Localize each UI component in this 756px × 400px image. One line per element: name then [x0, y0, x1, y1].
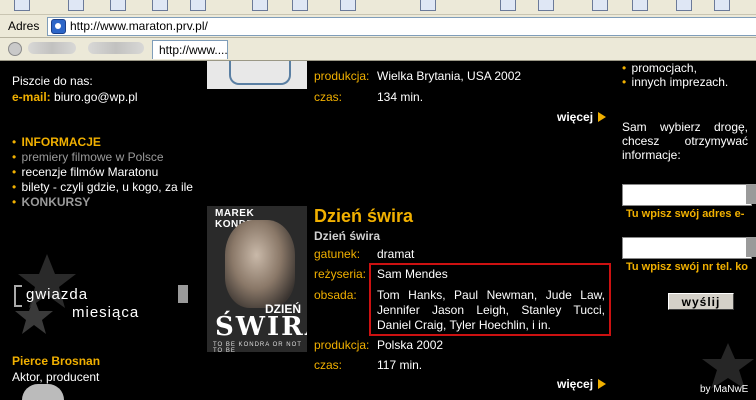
- film1-produkcja-label: produkcja:: [314, 69, 370, 83]
- arrow-right-icon[interactable]: [598, 112, 606, 122]
- menu-item-recenzje[interactable]: recenzje filmów Maratonu: [12, 165, 159, 179]
- right-promo-text: innych imprezach.: [631, 75, 729, 89]
- address-url: http://www.maraton.prv.pl/: [70, 19, 208, 33]
- search-icon[interactable]: [252, 0, 268, 11]
- menu-item-label: bilety - czyli gdzie, u kogo, za ile: [21, 180, 193, 194]
- star-photo[interactable]: [22, 384, 64, 400]
- star-of-month-banner[interactable]: gwiazda miesiąca: [12, 254, 192, 336]
- write-to-label: Piszcie do nas:: [12, 74, 93, 88]
- address-label: Adres: [8, 19, 40, 33]
- film2-produkcja-value: Polska 2002: [377, 338, 444, 352]
- phone-input-hint: Tu wpisz swój nr tel. ko: [626, 261, 749, 273]
- star-name[interactable]: Pierce Brosnan: [12, 354, 100, 368]
- input-side-block: [746, 184, 756, 204]
- email-link[interactable]: biuro.go@wp.pl: [54, 90, 138, 104]
- email-label: e-mail:: [12, 90, 51, 104]
- film2-title[interactable]: Dzień świra: [314, 206, 413, 227]
- toolbar-button-icon[interactable]: [190, 0, 206, 11]
- right-info-text: Sam wybierz drogę, chcesz otrzymywać inf…: [622, 120, 748, 162]
- film2-poster[interactable]: MAREK KONDRAT DZIEŃ ŚWIRA TO BE KONDRA O…: [207, 206, 307, 352]
- menu-item-konkursy[interactable]: KONKURSY: [12, 195, 91, 209]
- film1-more-link[interactable]: więcej: [557, 110, 593, 124]
- ie-page-icon: [51, 19, 66, 34]
- banner-line1: gwiazda: [26, 286, 89, 303]
- right-promo-line2: innych imprezach.: [622, 75, 729, 89]
- film1-czas-label: czas:: [314, 90, 343, 104]
- banner-line2: miesiąca: [72, 304, 140, 321]
- font-icon[interactable]: [420, 0, 436, 11]
- email-input-hint: Tu wpisz swój adres e-: [626, 208, 745, 220]
- tab-bar: http://www....: [0, 38, 756, 61]
- browser-toolbar: [0, 0, 756, 15]
- credit-text: by MaNwE: [700, 384, 749, 395]
- toolbar-button-icon[interactable]: [292, 0, 308, 11]
- arrow-right-icon[interactable]: [598, 379, 606, 389]
- film1-poster[interactable]: [207, 61, 307, 89]
- right-promo-text: promocjach,: [631, 61, 697, 75]
- banner-bracket: [14, 285, 22, 307]
- film1-produkcja-value: Wielka Brytania, USA 2002: [377, 69, 522, 83]
- film2-czas-value: 117 min.: [377, 358, 423, 372]
- menu-item-label: recenzje filmów Maratonu: [21, 165, 159, 179]
- menu-item-label: premiery filmowe w Polsce: [21, 150, 164, 164]
- film2-subtitle: Dzień świra: [314, 229, 381, 243]
- email-input[interactable]: [622, 184, 752, 206]
- menu-item-label: KONKURSY: [21, 195, 91, 209]
- toolbar-button-icon[interactable]: [68, 0, 84, 11]
- menu-item-informacje[interactable]: INFORMACJE: [12, 135, 101, 149]
- film2-obsada-label: obsada:: [314, 288, 357, 302]
- email-line: e-mail: biuro.go@wp.pl: [12, 90, 138, 104]
- more-label: więcej: [557, 377, 594, 391]
- toolbar-button-icon[interactable]: [632, 0, 648, 11]
- print-icon[interactable]: [500, 0, 516, 11]
- right-promo-line1: promocjach,: [622, 61, 697, 75]
- film2-gatunek-label: gatunek:: [314, 247, 361, 261]
- page-content: Piszcie do nas: e-mail: biuro.go@wp.pl I…: [0, 61, 756, 400]
- input-side-block: [746, 237, 756, 257]
- film2-rezyseria-label: reżyseria:: [314, 267, 367, 281]
- toolbar-button-icon[interactable]: [676, 0, 692, 11]
- toolbar-button-icon[interactable]: [714, 0, 730, 11]
- globe-icon: [8, 42, 22, 56]
- toolbar-button-icon[interactable]: [592, 0, 608, 11]
- star-role: Aktor, producent: [12, 370, 100, 384]
- poster-big-title: ŚWIRA: [215, 312, 307, 342]
- tab-blurred[interactable]: [28, 42, 76, 54]
- toolbar-button-icon[interactable]: [110, 0, 126, 11]
- poster-tagline: TO BE KONDRA OR NOT TO BE: [213, 342, 302, 352]
- toolbar-button-icon[interactable]: [152, 0, 168, 11]
- banner-bracket: [178, 285, 188, 303]
- toolbar-button-icon[interactable]: [14, 0, 30, 11]
- film2-produkcja-label: produkcja:: [314, 338, 370, 352]
- address-input[interactable]: http://www.maraton.prv.pl/: [47, 17, 756, 36]
- mail-icon[interactable]: [538, 0, 554, 11]
- more-label: więcej: [557, 110, 594, 124]
- toolbar-button-icon[interactable]: [340, 0, 356, 11]
- film2-more-link[interactable]: więcej: [557, 377, 593, 391]
- phone-input[interactable]: [622, 237, 752, 259]
- tab-active[interactable]: http://www....: [152, 40, 228, 59]
- highlight-box: [369, 263, 611, 336]
- poster-face: [225, 220, 295, 308]
- menu-item-premiery[interactable]: premiery filmowe w Polsce: [12, 150, 164, 164]
- send-button[interactable]: wyślij: [668, 293, 734, 310]
- film2-czas-label: czas:: [314, 358, 343, 372]
- menu-item-label: INFORMACJE: [21, 135, 101, 149]
- film2-gatunek-value: dramat: [377, 247, 415, 261]
- menu-item-bilety[interactable]: bilety - czyli gdzie, u kogo, za ile: [12, 180, 193, 194]
- poster-graphic: [229, 61, 291, 85]
- tab-blurred[interactable]: [88, 42, 144, 54]
- address-bar: Adres http://www.maraton.prv.pl/: [0, 15, 756, 38]
- film1-czas-value: 134 min.: [377, 90, 424, 104]
